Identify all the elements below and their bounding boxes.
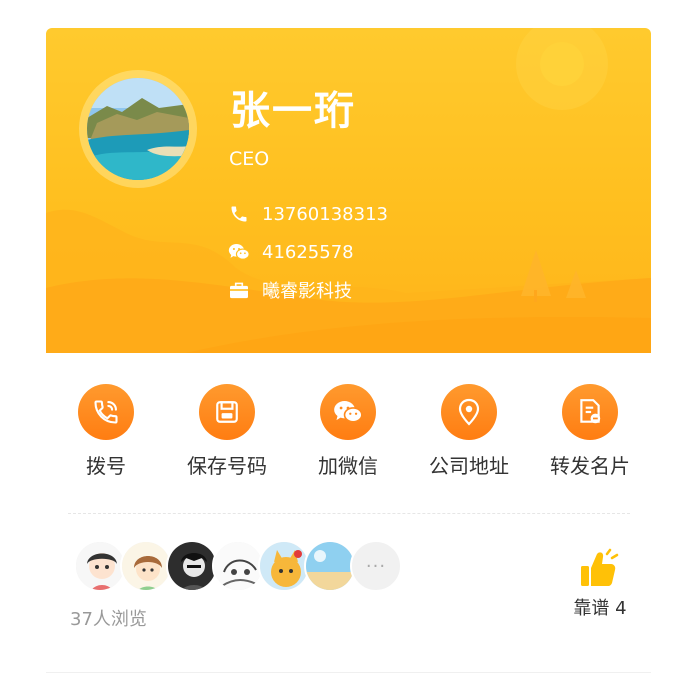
save-number-button[interactable]: 保存号码 — [167, 384, 287, 479]
wechat-icon — [320, 384, 376, 440]
briefcase-icon — [228, 279, 250, 301]
section-divider — [68, 513, 630, 514]
forward-card-icon — [562, 384, 618, 440]
company-address-label: 公司地址 — [429, 454, 509, 478]
add-wechat-label: 加微信 — [318, 454, 378, 478]
forward-card-label: 转发名片 — [550, 454, 630, 478]
dial-button[interactable]: 拨号 — [46, 384, 166, 479]
views-count: 37人浏览 — [70, 609, 147, 630]
viewer-avatar — [166, 540, 218, 592]
like-label: 靠谱 4 — [573, 598, 627, 619]
bottom-divider — [46, 672, 651, 673]
phone-icon — [228, 203, 250, 225]
add-wechat-button[interactable]: 加微信 — [288, 384, 408, 479]
profile-avatar[interactable] — [79, 70, 197, 188]
avatar-image — [87, 78, 189, 180]
phone-number: 13760138313 — [262, 203, 388, 225]
company-row: 曦睿影科技 — [228, 278, 352, 302]
action-bar: 拨号 保存号码 加微信 公司地址 转发名片 — [46, 384, 651, 484]
wechat-icon — [228, 241, 250, 263]
viewer-avatar — [74, 540, 126, 592]
more-viewers-button[interactable]: ··· — [350, 540, 402, 592]
phone-row[interactable]: 13760138313 — [228, 202, 388, 226]
dial-label: 拨号 — [86, 454, 126, 478]
company-address-button[interactable]: 公司地址 — [409, 384, 529, 479]
thumbs-up-icon — [577, 548, 623, 592]
business-card-header: 张一珩 CEO 13760138313 41625578 曦睿影科技 — [46, 28, 651, 353]
viewer-avatar — [120, 540, 172, 592]
viewer-avatars[interactable]: ··· — [74, 540, 402, 594]
profile-title: CEO — [229, 148, 270, 170]
wechat-row[interactable]: 41625578 — [228, 240, 354, 264]
wechat-id: 41625578 — [262, 241, 354, 263]
viewer-avatar — [304, 540, 356, 592]
phone-icon — [78, 384, 134, 440]
save-icon — [199, 384, 255, 440]
more-viewers-label: ··· — [365, 555, 387, 577]
profile-name: 张一珩 — [230, 88, 356, 134]
company-name: 曦睿影科技 — [262, 281, 352, 302]
like-button[interactable]: 靠谱 4 — [568, 548, 632, 620]
viewer-avatar — [212, 540, 264, 592]
location-pin-icon — [441, 384, 497, 440]
save-number-label: 保存号码 — [187, 454, 267, 478]
viewer-avatar — [258, 540, 310, 592]
forward-card-button[interactable]: 转发名片 — [530, 384, 650, 479]
